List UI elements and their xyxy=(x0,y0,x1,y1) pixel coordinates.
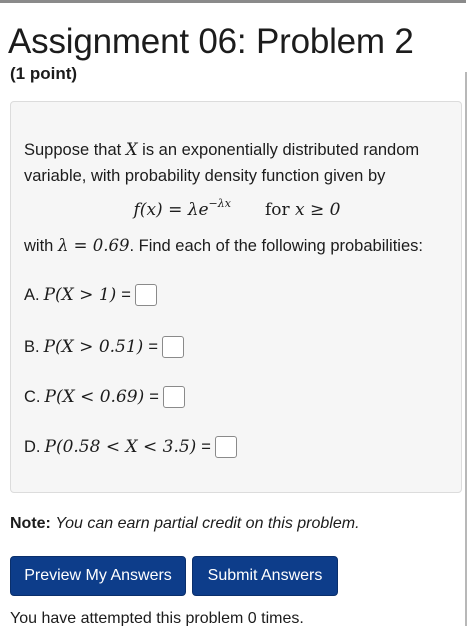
lambda-prefix: with xyxy=(24,237,58,255)
submit-answers-button[interactable]: Submit Answers xyxy=(192,556,338,596)
part-letter: D. xyxy=(24,437,41,456)
equals-sign: = xyxy=(149,387,159,406)
formula-lhs: f(x) = λe xyxy=(133,200,209,220)
scrollbar[interactable] xyxy=(465,72,467,626)
problem-page: Assignment 06: Problem 2 (1 point) Suppo… xyxy=(0,0,474,626)
part-c: C. P(X < 0.69) = xyxy=(24,386,185,408)
points-label: (1 point) xyxy=(10,64,78,83)
part-letter: A. xyxy=(24,285,40,304)
intro-text-1: Suppose that xyxy=(24,141,126,159)
part-letter: B. xyxy=(24,337,40,356)
formula-exponent: −λx xyxy=(208,197,231,210)
note-label: Note: xyxy=(10,515,51,532)
answer-input-b[interactable] xyxy=(161,336,184,358)
equals-sign: = xyxy=(121,285,131,304)
note-text: You can earn partial credit on this prob… xyxy=(55,515,360,532)
part-letter: C. xyxy=(24,387,41,406)
problem-statement: Suppose that X is an exponentially distr… xyxy=(24,137,444,189)
formula-for: for xyxy=(264,200,296,220)
lambda-suffix: . Find each of the following probabiliti… xyxy=(129,237,423,255)
lambda-value: λ = 0.69 xyxy=(57,236,130,255)
equals-sign: = xyxy=(201,437,211,456)
part-d: D. P(0.58 < X < 3.5) = xyxy=(24,436,237,458)
part-expression: P(X > 0.51) xyxy=(43,337,144,357)
pdf-formula: f(x) = λe−λx for x ≥ 0 xyxy=(0,197,474,220)
part-expression: P(X < 0.69) xyxy=(44,387,145,407)
preview-answers-button[interactable]: Preview My Answers xyxy=(10,556,186,596)
partial-credit-note: Note: You can earn partial credit on thi… xyxy=(10,515,360,533)
answer-input-a[interactable] xyxy=(134,284,157,306)
top-divider xyxy=(0,0,466,3)
answer-input-c[interactable] xyxy=(162,386,185,408)
attempts-status: You have attempted this problem 0 times. xyxy=(10,610,304,626)
lambda-line: with λ = 0.69. Find each of the followin… xyxy=(24,236,423,256)
random-variable: X xyxy=(125,140,138,159)
part-a: A. P(X > 1) = xyxy=(24,284,157,306)
part-b: B. P(X > 0.51) = xyxy=(24,336,184,358)
part-expression: P(X > 1) xyxy=(43,285,117,305)
equals-sign: = xyxy=(148,337,158,356)
page-title: Assignment 06: Problem 2 xyxy=(8,22,414,61)
answer-input-d[interactable] xyxy=(214,436,237,458)
part-expression: P(0.58 < X < 3.5) xyxy=(44,437,197,457)
formula-condition: x ≥ 0 xyxy=(295,200,341,220)
